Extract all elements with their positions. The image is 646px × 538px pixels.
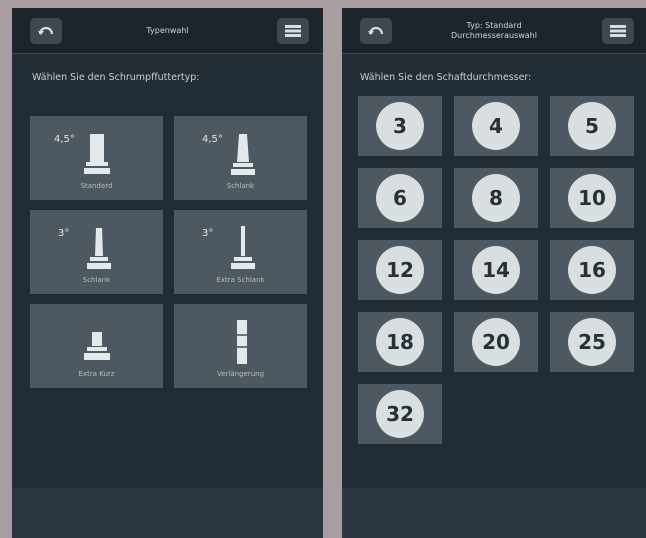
- diameter-value: 12: [376, 246, 424, 294]
- tile-extension[interactable]: Verlängerung: [174, 304, 307, 388]
- tile-label: Extra Kurz: [78, 370, 115, 378]
- diameter-value: 10: [568, 174, 616, 222]
- taper-angle: 3°: [202, 228, 214, 239]
- diameter-button-12[interactable]: 12: [358, 240, 442, 300]
- diameter-value: 32: [376, 390, 424, 438]
- taper-angle: 3°: [58, 228, 70, 239]
- tile-extra-short[interactable]: Extra Kurz: [30, 304, 163, 388]
- diameter-button-25[interactable]: 25: [550, 312, 634, 372]
- header-title-line2: Durchmesserauswahl: [451, 31, 537, 40]
- tile-label: Extra Schlank: [216, 276, 265, 284]
- header-title: Typ: Standard Durchmesserauswahl: [402, 8, 586, 54]
- back-arrow-icon: [368, 26, 384, 35]
- diameter-value: 25: [568, 318, 616, 366]
- diameter-value: 14: [472, 246, 520, 294]
- taper-angle: 4,5°: [54, 134, 75, 145]
- diameter-value: 16: [568, 246, 616, 294]
- standard-chuck-icon: [84, 134, 110, 174]
- diameter-button-20[interactable]: 20: [454, 312, 538, 372]
- diameter-button-18[interactable]: 18: [358, 312, 442, 372]
- diameter-button-6[interactable]: 6: [358, 168, 442, 228]
- tile-label: Verlängerung: [216, 370, 265, 378]
- menu-button[interactable]: [277, 18, 309, 44]
- menu-icon: [610, 25, 626, 37]
- slim-3deg-chuck-icon: [87, 228, 111, 269]
- tile-slim[interactable]: 4,5° Schlank: [174, 116, 307, 200]
- diameter-button-32[interactable]: 32: [358, 384, 442, 444]
- diameter-value: 18: [376, 318, 424, 366]
- back-button[interactable]: [360, 18, 392, 44]
- diameter-button-3[interactable]: 3: [358, 96, 442, 156]
- footer-bar: [342, 488, 646, 538]
- header: Typenwahl: [12, 8, 323, 54]
- tile-slim-3deg[interactable]: 3° Schlank: [30, 210, 163, 294]
- tile-extra-slim[interactable]: 3° Extra Schlank: [174, 210, 307, 294]
- type-selection-screen: Typenwahl Wählen Sie den Schrumpffuttert…: [12, 8, 323, 538]
- diameter-value: 20: [472, 318, 520, 366]
- diameter-button-16[interactable]: 16: [550, 240, 634, 300]
- back-arrow-icon: [38, 26, 54, 35]
- footer-bar: [12, 488, 323, 538]
- tile-standard[interactable]: 4,5° Standard: [30, 116, 163, 200]
- diameter-button-10[interactable]: 10: [550, 168, 634, 228]
- taper-angle: 4,5°: [202, 134, 223, 145]
- diameter-value: 8: [472, 174, 520, 222]
- header-title: Typenwahl: [146, 26, 189, 35]
- tile-label: Schlank: [82, 276, 111, 284]
- diameter-button-4[interactable]: 4: [454, 96, 538, 156]
- diameter-button-8[interactable]: 8: [454, 168, 538, 228]
- diameter-button-14[interactable]: 14: [454, 240, 538, 300]
- diameter-value: 3: [376, 102, 424, 150]
- diameter-value: 5: [568, 102, 616, 150]
- diameter-selection-screen: Typ: Standard Durchmesserauswahl Wählen …: [342, 8, 646, 538]
- slim-chuck-icon: [231, 134, 255, 175]
- header-title-line1: Typ: Standard: [466, 21, 522, 30]
- back-button[interactable]: [30, 18, 62, 44]
- diameter-value: 4: [472, 102, 520, 150]
- tile-label: Schlank: [226, 182, 255, 190]
- header: Typ: Standard Durchmesserauswahl: [342, 8, 646, 54]
- diameter-value: 6: [376, 174, 424, 222]
- subtitle: Wählen Sie den Schrumpffuttertyp:: [32, 72, 200, 83]
- extra-short-chuck-icon: [84, 332, 110, 360]
- menu-button[interactable]: [602, 18, 634, 44]
- extra-slim-chuck-icon: [231, 226, 255, 269]
- extension-icon: [237, 320, 247, 364]
- subtitle: Wählen Sie den Schaftdurchmesser:: [360, 72, 532, 83]
- menu-icon: [285, 25, 301, 37]
- diameter-button-5[interactable]: 5: [550, 96, 634, 156]
- tile-label: Standard: [80, 182, 113, 190]
